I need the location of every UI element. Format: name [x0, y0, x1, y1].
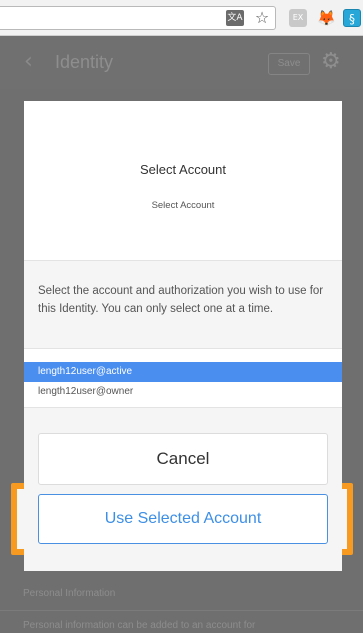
modal-title: Select Account — [140, 162, 226, 177]
section-text: Personal information can be added to an … — [23, 620, 256, 631]
scatter-icon[interactable]: § — [343, 9, 361, 27]
section-label: Personal Information — [23, 588, 116, 599]
app-header: ‹ Identity Save ⚙ — [0, 37, 363, 89]
divider — [0, 610, 363, 611]
modal-description: Select the account and authorization you… — [38, 285, 324, 315]
translate-icon[interactable]: 文A — [226, 10, 244, 26]
modal-header: Select Account Select Account — [24, 101, 342, 261]
use-selected-account-button[interactable]: Use Selected Account — [38, 494, 328, 544]
account-item-active[interactable]: length12user@active — [24, 362, 342, 382]
account-list: length12user@active length12user@owner — [24, 348, 342, 408]
back-chevron-icon[interactable]: ‹ — [24, 50, 33, 74]
gear-icon[interactable]: ⚙ — [321, 50, 341, 74]
star-icon[interactable]: ☆ — [253, 9, 271, 27]
page-title: Identity — [55, 52, 114, 72]
cancel-button[interactable]: Cancel — [38, 433, 328, 485]
save-button[interactable]: Save — [268, 53, 310, 75]
modal-subtitle: Select Account — [151, 200, 215, 211]
account-item-owner[interactable]: length12user@owner — [24, 382, 342, 402]
extension-icon[interactable]: EX — [289, 9, 307, 27]
metamask-icon[interactable]: 🦊 — [317, 9, 336, 27]
browser-toolbar: 文A ☆ EX 🦊 § — [0, 0, 363, 36]
